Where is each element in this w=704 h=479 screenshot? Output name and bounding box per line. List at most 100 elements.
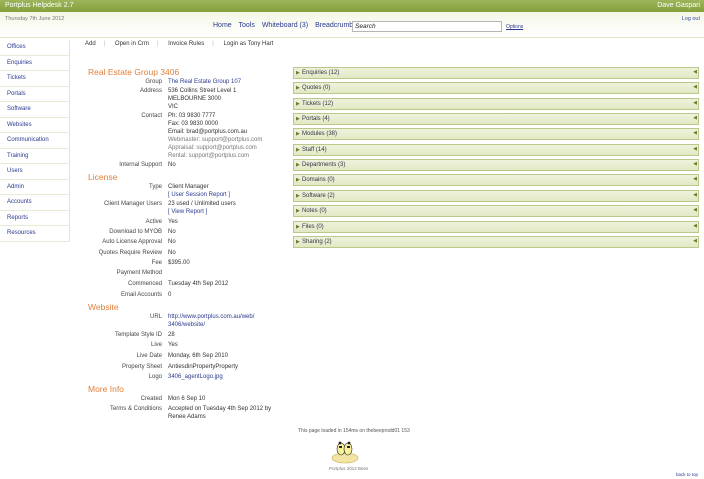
- sidebar-item-accounts[interactable]: Accounts: [0, 195, 70, 211]
- sidebar-item-reports[interactable]: Reports: [0, 210, 70, 226]
- nav-breadcrumbs[interactable]: Breadcrumbs: [315, 22, 357, 29]
- divider: |: [103, 41, 106, 47]
- add-button[interactable]: Add: [85, 41, 96, 47]
- sidebar-item-portals[interactable]: Portals: [0, 86, 70, 102]
- license-heading: License: [88, 172, 118, 182]
- logo-file-link[interactable]: 3406_agentLogo.jpg: [168, 374, 223, 380]
- sidebar-item-software[interactable]: Software: [0, 102, 70, 118]
- sidebar-item-tickets[interactable]: Tickets: [0, 71, 70, 87]
- current-date: Thursday 7th June 2012: [5, 16, 65, 22]
- nav-tools[interactable]: Tools: [239, 22, 255, 29]
- search-input[interactable]: [352, 21, 502, 32]
- panel-label: Domains (0): [302, 177, 335, 183]
- panel-modules[interactable]: ▶ Modules (38) ◀: [293, 128, 699, 140]
- more-info-value: Mon 6 Sep 10: [168, 396, 206, 402]
- current-user[interactable]: Dave Gaspari: [657, 2, 700, 9]
- expand-arrow-icon: ▶: [296, 162, 300, 168]
- license-value: Client Manager: [168, 184, 209, 190]
- sidebar-item-resources[interactable]: Resources: [0, 226, 70, 242]
- panel-end-icon: ◀: [693, 115, 697, 121]
- website-label: Live Date: [136, 353, 162, 359]
- panel-sharing[interactable]: ▶ Sharing (2) ◀: [293, 236, 699, 248]
- expand-arrow-icon: ▶: [296, 116, 300, 122]
- panel-staff[interactable]: ▶ Staff (14) ◀: [293, 144, 699, 156]
- license-label: Type: [148, 184, 162, 190]
- user-session-report-link[interactable]: [ User Session Report ]: [168, 192, 230, 198]
- panel-label: Software (2): [302, 193, 335, 199]
- panel-end-icon: ◀: [693, 176, 697, 182]
- divider: |: [212, 41, 214, 47]
- sidebar-item-communication[interactable]: Communication: [0, 133, 70, 149]
- panel-label: Quotes (0): [302, 85, 331, 91]
- logout-link[interactable]: Log out: [682, 16, 700, 22]
- expand-arrow-icon: ▶: [296, 193, 300, 199]
- sidebar-item-training[interactable]: Training: [0, 148, 70, 164]
- license-value: No: [168, 239, 176, 245]
- panel-end-icon: ◀: [693, 130, 697, 136]
- invoice-rules-link[interactable]: Invoice Rules: [168, 41, 204, 47]
- panel-label: Modules (38): [302, 131, 338, 137]
- panel-files[interactable]: ▶ Files (0) ◀: [293, 221, 699, 233]
- website-label: URL: [149, 314, 162, 320]
- license-label: Download to MYOB: [109, 229, 162, 235]
- nav-whiteboard[interactable]: Whiteboard (3): [262, 22, 308, 29]
- action-bar: Add | Open in Crm | Invoice Rules | Login a…: [85, 41, 281, 47]
- search-options-link[interactable]: Options: [506, 24, 523, 30]
- panel-quotes[interactable]: ▶ Quotes (0) ◀: [293, 82, 699, 94]
- group-label: Group: [145, 79, 162, 85]
- panel-notes[interactable]: ▶ Notes (0) ◀: [293, 205, 699, 217]
- panel-label: Staff (14): [302, 147, 327, 153]
- contact-fax: Fax: 03 9830 0000: [168, 121, 219, 127]
- website-heading: Website: [88, 302, 119, 312]
- internal-support-label: Internal Support: [119, 162, 162, 168]
- contact-appraisal: Appraisal: support@portplus.com: [168, 145, 257, 151]
- bee-logo-icon: [331, 441, 359, 464]
- nav-home[interactable]: Home: [213, 22, 232, 29]
- website-label: Property Sheet: [121, 364, 162, 370]
- panel-label: Departments (3): [302, 162, 346, 168]
- panel-software[interactable]: ▶ Software (2) ◀: [293, 190, 699, 202]
- panel-end-icon: ◀: [693, 192, 697, 198]
- license-value: 0: [168, 292, 172, 298]
- website-value: 28: [168, 332, 175, 338]
- sidebar-item-enquiries[interactable]: Enquiries: [0, 55, 70, 71]
- license-label: Email Accounts: [120, 292, 162, 298]
- contact-rental: Rental: support@portplus.com: [168, 153, 250, 159]
- panel-end-icon: ◀: [693, 207, 697, 213]
- more-info-value: Accepted on Tuesday 4th Sep 2012 by: [168, 406, 272, 412]
- main-nav: Home Tools Whiteboard (3) Breadcrumbs: [213, 22, 362, 29]
- divider: |: [156, 41, 159, 47]
- address-line: 536 Collins Street Level 1: [168, 88, 237, 94]
- panel-tickets[interactable]: ▶ Tickets (12) ◀: [293, 98, 699, 110]
- panel-domains[interactable]: ▶ Domains (0) ◀: [293, 174, 699, 186]
- website-label: Template Style ID: [114, 332, 162, 338]
- contact-webmaster: Webmaster: support@portplus.com: [168, 137, 263, 143]
- panel-portals[interactable]: ▶ Portals (4) ◀: [293, 113, 699, 125]
- website-url-link[interactable]: http://www.portplus.com.au/web/: [168, 314, 254, 320]
- address-line: VIC: [168, 104, 179, 110]
- more-info-heading: More Info: [88, 384, 124, 394]
- website-label: Logo: [148, 374, 162, 380]
- app-title: Portplus Helpdesk 2.7: [5, 2, 74, 9]
- sidebar: Offices Enquiries Tickets Portals Softwa…: [0, 40, 70, 242]
- website-url-link[interactable]: 3406/website/: [168, 322, 205, 328]
- license-value: No: [168, 229, 176, 235]
- license-value: Yes: [168, 219, 178, 225]
- sidebar-item-users[interactable]: Users: [0, 164, 70, 180]
- sidebar-item-offices[interactable]: Offices: [0, 40, 70, 56]
- sidebar-item-websites[interactable]: Websites: [0, 117, 70, 133]
- expand-arrow-icon: ▶: [296, 208, 300, 214]
- back-to-top-link[interactable]: back to top: [676, 472, 698, 477]
- copyright-text: Portplus 2012 Bees: [329, 466, 369, 471]
- group-link[interactable]: The Real Estate Group 107: [168, 79, 241, 85]
- address-label: Address: [139, 88, 162, 94]
- panel-label: Sharing (2): [302, 239, 332, 245]
- panel-enquiries[interactable]: ▶ Enquiries (12) ◀: [293, 67, 699, 79]
- expand-arrow-icon: ▶: [296, 239, 300, 245]
- panel-departments[interactable]: ▶ Departments (3) ◀: [293, 159, 699, 171]
- sidebar-item-admin[interactable]: Admin: [0, 179, 70, 195]
- view-report-link[interactable]: [ View Report ]: [168, 209, 207, 215]
- page-load-info: This page loaded in 154ms on thebeeprodd…: [298, 428, 410, 434]
- open-in-crm-link[interactable]: Open in Crm: [115, 41, 149, 47]
- login-as-link[interactable]: Login as Tony Hart: [223, 41, 273, 47]
